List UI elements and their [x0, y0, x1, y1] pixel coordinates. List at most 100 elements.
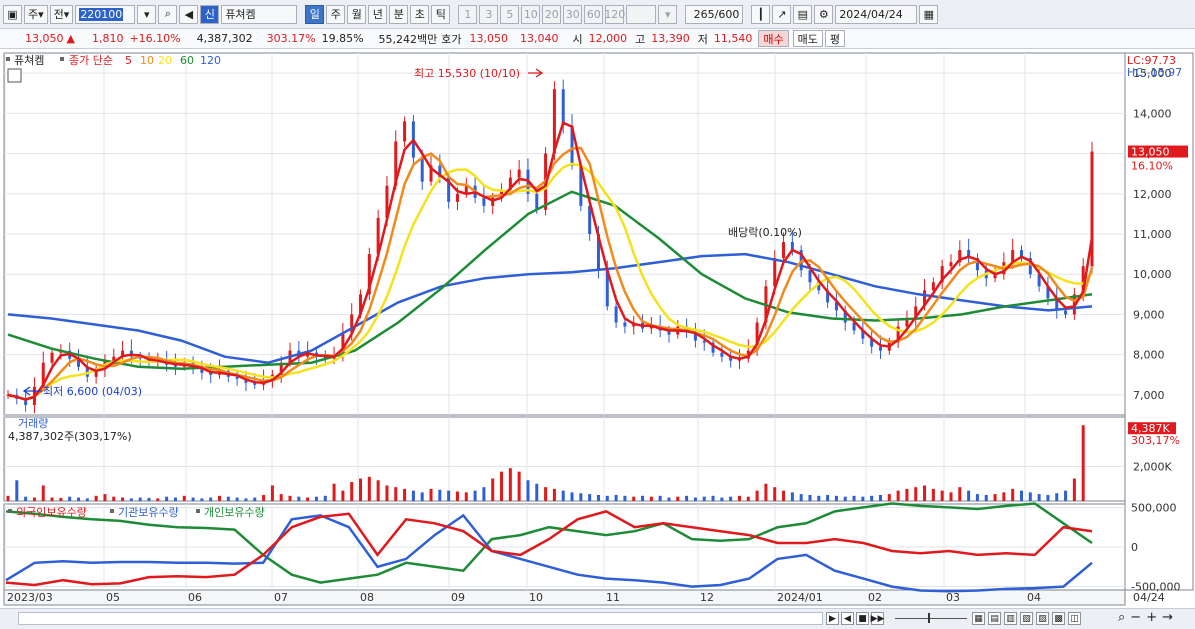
sell-button[interactable]: 매도 [792, 30, 823, 47]
volume-bar [702, 496, 706, 501]
volume-bar [41, 485, 45, 501]
volume-bar [984, 494, 988, 501]
volume-bar [561, 490, 565, 501]
period-year-button[interactable]: 년 [368, 4, 388, 24]
volume-bar [191, 497, 195, 501]
grid-icon[interactable]: ▦ [972, 612, 985, 625]
list-icon[interactable]: ▩ [1052, 612, 1065, 625]
zoom-out-button[interactable]: − [1130, 610, 1141, 625]
volume-bar [632, 496, 636, 501]
prev-button[interactable]: 전 ▾ [49, 4, 74, 24]
candle [535, 193, 539, 210]
interval-120-button[interactable]: 120 [604, 4, 625, 24]
stock-chart[interactable]: 15,00014,00013,00012,00011,00010,0009,00… [0, 49, 1195, 608]
price-axis-label: 12,000 [1133, 188, 1172, 201]
zoom-in-button[interactable]: → [1162, 610, 1173, 625]
zoom-slider[interactable] [895, 618, 967, 619]
split-icon[interactable]: ▥ [1004, 612, 1017, 625]
time-axis-label: 08 [360, 591, 374, 604]
eval-button[interactable]: 평 [824, 30, 846, 47]
time-axis-label: 03 [946, 591, 960, 604]
candle [455, 193, 459, 202]
interval-60-button[interactable]: 60 [584, 4, 604, 24]
volume-bar [376, 480, 380, 501]
volume-bar [1019, 490, 1023, 501]
volume-value: 4,387,302주(303,17%) [8, 430, 132, 443]
ma-legend-5: 5 [125, 54, 132, 67]
volume-bar [852, 495, 856, 501]
volume-bar [500, 471, 504, 501]
magnify-icon[interactable]: ⌕ [1118, 610, 1125, 625]
compare-icon[interactable]: ◫ [1068, 612, 1081, 625]
period-minute-button[interactable]: 분 [389, 4, 409, 24]
supply-legend-marker [110, 509, 114, 513]
volume-bar [200, 498, 204, 501]
table-icon[interactable]: ▨ [1036, 612, 1049, 625]
volume-bar [940, 490, 944, 501]
supply-axis-label: 500,000 [1131, 501, 1177, 514]
buy-button[interactable]: 매수 [758, 30, 789, 47]
speaker-icon[interactable]: ◀ [179, 4, 199, 24]
open-label: 시 [572, 32, 583, 46]
interval-5-button[interactable]: 5 [500, 4, 520, 24]
horizontal-scrollbar[interactable] [18, 612, 823, 625]
window-icon[interactable]: ▣ [3, 4, 22, 24]
volume-bar [544, 487, 548, 501]
interval-dropdown-icon[interactable]: ▾ [658, 4, 678, 24]
volume-bar [262, 494, 266, 501]
zoom-slider-handle[interactable] [928, 613, 930, 623]
code-dropdown-icon[interactable]: ▾ [137, 4, 157, 24]
candle [808, 270, 812, 283]
bid-price: 13,040 [520, 32, 559, 45]
period-month-button[interactable]: 월 [347, 4, 367, 24]
period-week-button[interactable]: 주 [326, 4, 346, 24]
volume-bar [455, 491, 459, 501]
volume-label: 거래량 [18, 417, 48, 430]
stop-button[interactable]: ■ [856, 612, 869, 625]
settings-icon[interactable]: ⚙ [814, 4, 834, 24]
zoom-plus-button[interactable]: + [1146, 610, 1157, 625]
volume-bar [746, 496, 750, 501]
volume-bar [773, 487, 777, 501]
calendar-icon[interactable]: ▦ [919, 4, 939, 24]
chart-stock-label: 퓨쳐켐 [14, 54, 44, 67]
draw-tool-icon[interactable]: ↗ [772, 4, 792, 24]
time-axis-label: 10 [529, 591, 543, 604]
count-field[interactable]: 265/600 [685, 4, 744, 24]
interval-30-button[interactable]: 30 [563, 4, 583, 24]
volume-bar [579, 493, 583, 501]
volume-bar [121, 497, 125, 501]
save-icon[interactable]: ▤ [793, 4, 813, 24]
volume-bar [6, 495, 10, 501]
price-axis-label: 14,000 [1133, 107, 1172, 120]
period-second-button[interactable]: 초 [410, 4, 430, 24]
candle-type-icon[interactable]: ┃ [751, 4, 771, 24]
stock-name-field[interactable]: 퓨쳐켐 [221, 4, 298, 24]
volume-bar [799, 494, 803, 501]
layout-icon[interactable]: ▤ [988, 612, 1001, 625]
period-day-button[interactable]: 일 [305, 4, 325, 24]
volume-bar [420, 492, 424, 501]
volume-bar [1072, 478, 1076, 501]
quote-change-rate: +16.10% [129, 32, 181, 45]
interval-1-button[interactable]: 1 [458, 4, 478, 24]
period-tick-button[interactable]: 틱 [431, 4, 451, 24]
volume-bar [182, 495, 186, 501]
volume-bar [711, 495, 715, 501]
search-icon[interactable]: ⌕ [158, 4, 178, 24]
volume-bar [297, 496, 301, 501]
export-icon[interactable]: ▧ [1020, 612, 1033, 625]
scroll-last-button[interactable]: ▶▶ [871, 612, 884, 625]
interval-custom-input[interactable] [626, 4, 657, 24]
interval-3-button[interactable]: 3 [479, 4, 499, 24]
scroll-next-button[interactable]: ▶ [826, 612, 839, 625]
date-input[interactable]: 2024/04/24 [835, 4, 918, 24]
stock-code-input[interactable]: 220100 [75, 4, 136, 24]
period-type-dropdown[interactable]: 주 ▾ [24, 4, 48, 24]
scroll-prev-button[interactable]: ◀ [841, 612, 854, 625]
time-axis-label: 09 [451, 591, 465, 604]
interval-10-button[interactable]: 10 [521, 4, 541, 24]
interval-20-button[interactable]: 20 [542, 4, 562, 24]
volume-bar [843, 496, 847, 501]
volume-bar [1028, 492, 1032, 501]
